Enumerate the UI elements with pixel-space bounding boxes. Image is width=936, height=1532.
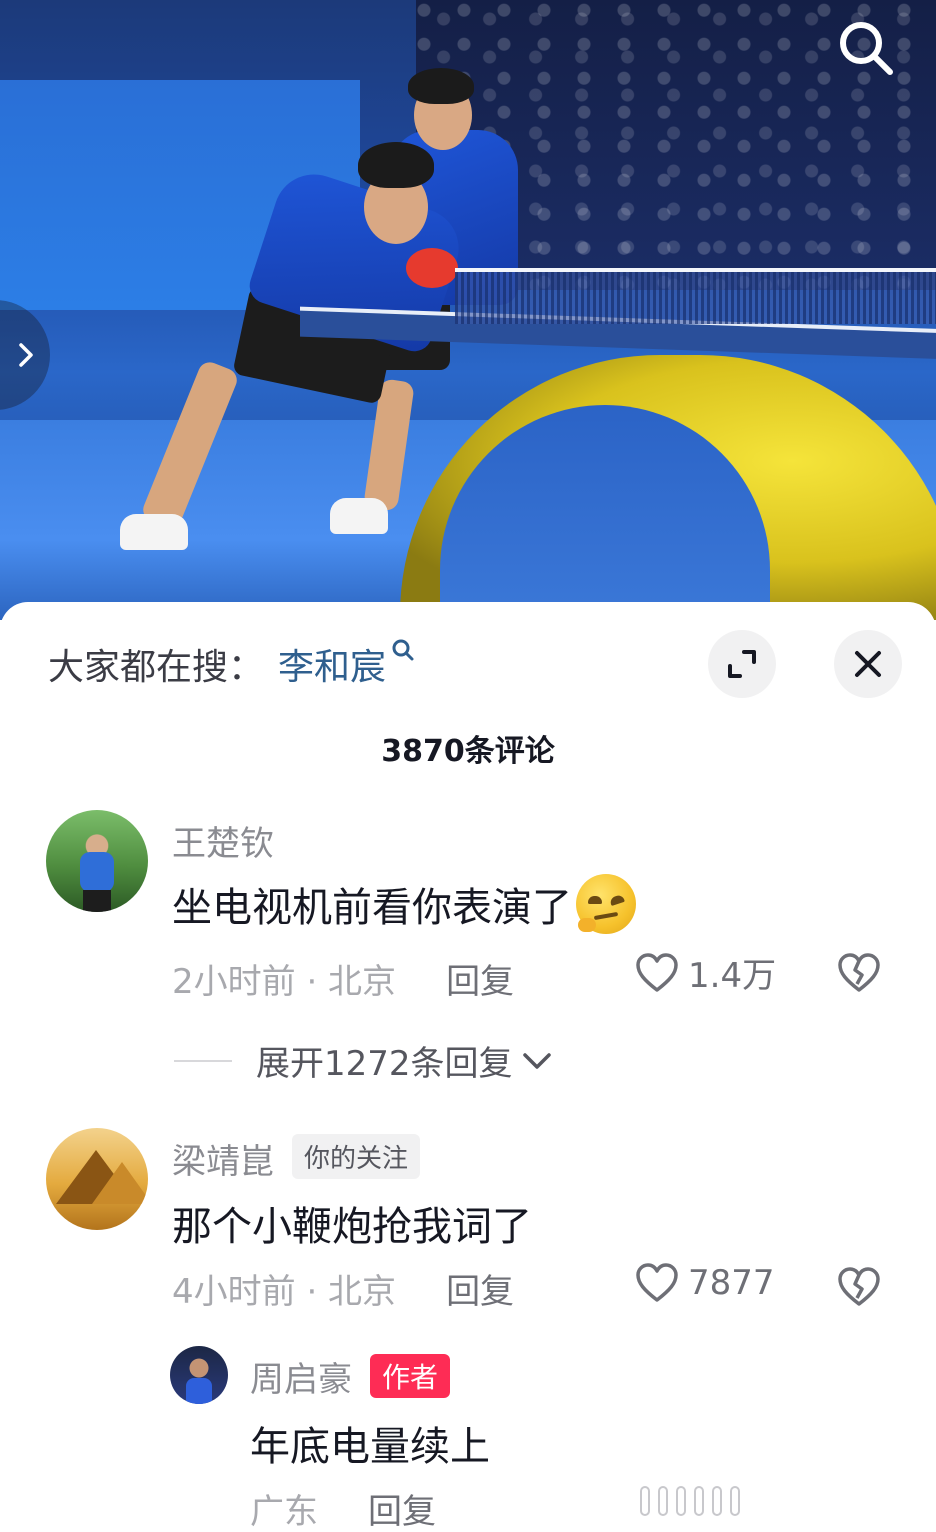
search-icon [840, 22, 893, 75]
like-count: 1.4万 [688, 956, 777, 996]
like-count: 7877 [688, 1263, 775, 1303]
video-area[interactable] [0, 0, 936, 620]
reply-button[interactable]: 回复 [368, 1484, 436, 1532]
reply-meta: 广东 回复 [250, 1484, 436, 1532]
hot-search-prefix: 大家都在搜： [48, 647, 265, 688]
like-button[interactable]: 7877 [634, 1262, 775, 1304]
watermark-overlay [640, 1486, 740, 1516]
comment-count: 3870条评论 [381, 734, 555, 769]
comment-text: 坐电视机前看你表演了 [172, 874, 636, 934]
comment-body: 坐电视机前看你表演了 [172, 885, 572, 931]
dislike-button[interactable] [836, 1266, 882, 1312]
comment-text: 那个小鞭炮抢我词了 [172, 1204, 532, 1250]
broken-heart-icon [838, 1267, 880, 1306]
comment-username[interactable]: 梁靖崑 [172, 1134, 274, 1183]
author-tag: 作者 [370, 1354, 451, 1398]
expand-replies-button[interactable]: 展开1272条回复 [174, 1036, 553, 1085]
heart-icon [636, 1263, 678, 1302]
expand-button[interactable] [708, 630, 776, 698]
chevron-right-icon [19, 343, 33, 367]
expand-replies-label: 展开1272条回复 [256, 1044, 513, 1084]
expand-side-panel-button[interactable] [0, 300, 50, 410]
hot-search-bar: 大家都在搜： 李和宸 [48, 638, 416, 690]
search-button[interactable] [830, 12, 902, 84]
reply-username[interactable]: 周启豪 [250, 1352, 352, 1401]
comment-sheet: 大家都在搜： 李和宸 3870条评论 王楚钦 坐电视机前看你表演了 2小时前 ·… [0, 602, 936, 1532]
smirk-emoji-icon [576, 874, 636, 934]
dislike-button[interactable] [836, 952, 882, 998]
avatar[interactable] [46, 1128, 148, 1230]
broken-heart-icon [838, 953, 880, 992]
following-tag: 你的关注 [292, 1134, 421, 1179]
comment-time-location: 2小时前 · 北京 [172, 962, 397, 1002]
expand-icon [728, 650, 756, 678]
reply-button[interactable]: 回复 [446, 954, 514, 1003]
comment-meta: 4小时前 · 北京 回复 [172, 1264, 514, 1313]
hot-search-keyword[interactable]: 李和宸 [278, 638, 386, 690]
like-button[interactable]: 1.4万 [634, 948, 776, 997]
divider-line [174, 1059, 232, 1062]
reply-text: 年底电量续上 [250, 1424, 490, 1470]
chevron-down-icon [522, 1052, 551, 1069]
close-icon [855, 651, 881, 677]
avatar[interactable] [170, 1346, 228, 1404]
close-button[interactable] [834, 630, 902, 698]
heart-icon [636, 952, 678, 992]
table-net [455, 268, 936, 324]
comment-meta: 2小时前 · 北京 回复 [172, 954, 514, 1003]
reply-location: 广东 [250, 1492, 318, 1532]
search-small-icon [392, 639, 414, 661]
avatar[interactable] [46, 810, 148, 912]
comment-time-location: 4小时前 · 北京 [172, 1272, 397, 1312]
comment-username[interactable]: 王楚钦 [172, 816, 274, 865]
reply-button[interactable]: 回复 [446, 1264, 514, 1313]
